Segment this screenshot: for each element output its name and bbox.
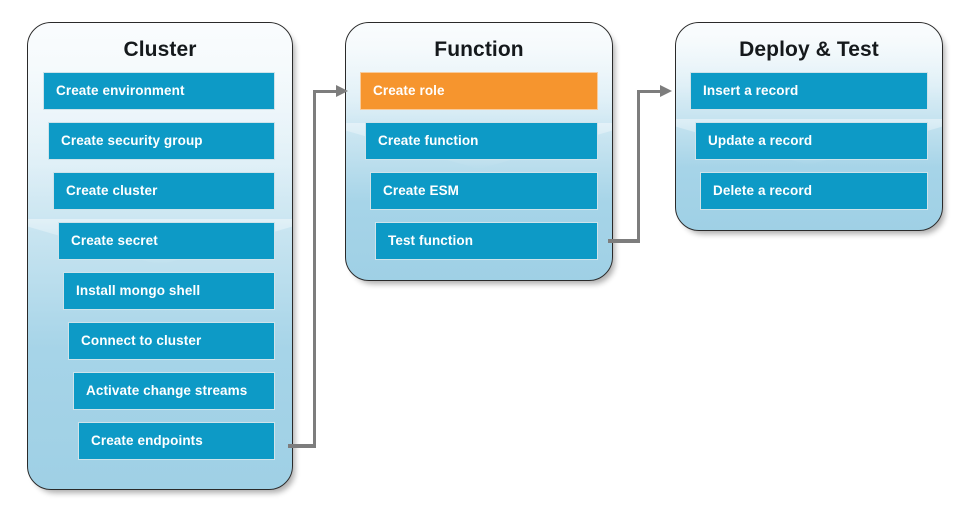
step-create-esm[interactable]: Create ESM: [370, 172, 598, 210]
connector-cluster-to-function-vertical: [312, 91, 316, 447]
step-connect-to-cluster[interactable]: Connect to cluster: [68, 322, 275, 360]
panel-title-cluster: Cluster: [123, 38, 197, 61]
panel-title-function: Function: [434, 38, 524, 61]
step-create-cluster[interactable]: Create cluster: [53, 172, 275, 210]
step-create-security-group[interactable]: Create security group: [48, 122, 275, 160]
connector-function-to-deploy-vertical: [636, 91, 640, 243]
connector-function-to-deploy-arrowhead: [660, 84, 672, 97]
connector-cluster-to-function-arrowhead: [336, 84, 348, 97]
step-create-function[interactable]: Create function: [365, 122, 598, 160]
diagram-canvas: Cluster Create environment Create securi…: [0, 0, 965, 505]
step-create-secret[interactable]: Create secret: [58, 222, 275, 260]
connector-function-to-deploy-horizontal-bottom: [608, 239, 640, 243]
step-test-function[interactable]: Test function: [375, 222, 598, 260]
step-update-a-record[interactable]: Update a record: [695, 122, 928, 160]
step-activate-change-streams[interactable]: Activate change streams: [73, 372, 275, 410]
panel-title-deploy-test: Deploy & Test: [739, 38, 879, 61]
step-create-environment[interactable]: Create environment: [43, 72, 275, 110]
step-install-mongo-shell[interactable]: Install mongo shell: [63, 272, 275, 310]
step-delete-a-record[interactable]: Delete a record: [700, 172, 928, 210]
step-create-endpoints[interactable]: Create endpoints: [78, 422, 275, 460]
step-insert-a-record[interactable]: Insert a record: [690, 72, 928, 110]
step-create-role[interactable]: Create role: [360, 72, 598, 110]
